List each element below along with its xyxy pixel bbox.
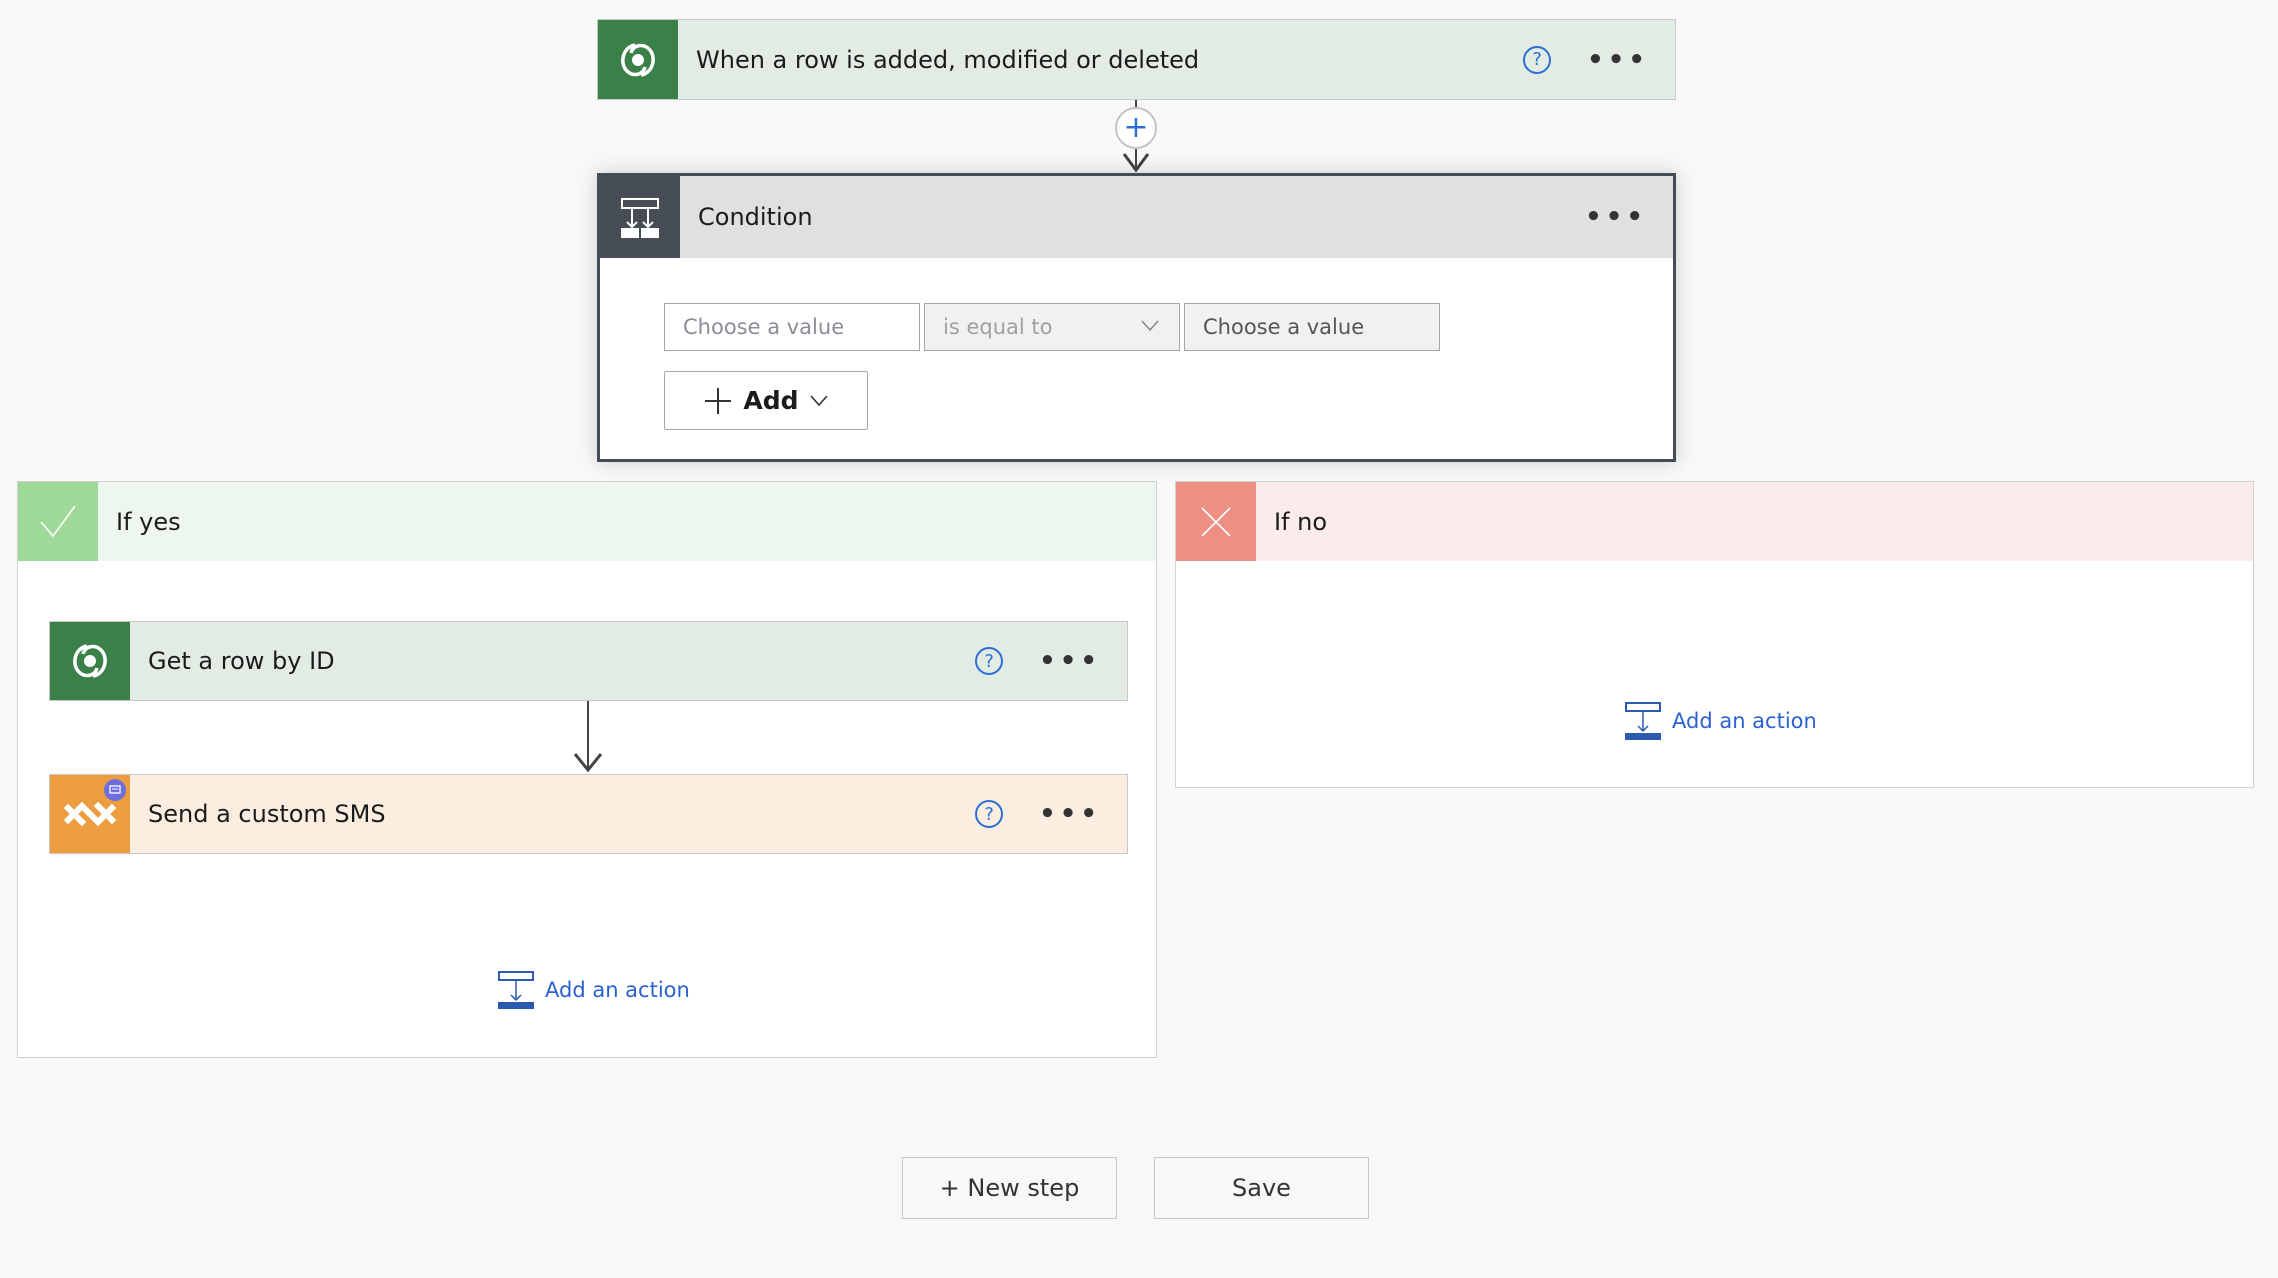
- condition-header[interactable]: Condition •••: [600, 176, 1673, 258]
- trigger-card[interactable]: When a row is added, modified or deleted…: [597, 19, 1676, 100]
- condition-icon: [600, 176, 680, 258]
- dataverse-icon: [598, 20, 678, 99]
- chevron-down-icon: [809, 394, 828, 406]
- action-title: Send a custom SMS: [148, 800, 386, 828]
- condition-title: Condition: [698, 203, 813, 231]
- save-button[interactable]: Save: [1154, 1157, 1369, 1219]
- save-label: Save: [1232, 1174, 1291, 1202]
- help-icon[interactable]: ?: [975, 800, 1004, 828]
- more-options-icon[interactable]: •••: [1585, 204, 1647, 230]
- more-options-icon[interactable]: •••: [1039, 801, 1101, 827]
- action-title: Get a row by ID: [148, 647, 335, 675]
- add-action-icon: [498, 971, 534, 1009]
- if-no-header[interactable]: If no: [1176, 482, 2253, 561]
- chat-badge-icon: [104, 779, 126, 801]
- dataverse-icon: [50, 622, 130, 700]
- insert-step-button[interactable]: +: [1115, 107, 1157, 149]
- if-yes-title: If yes: [116, 507, 181, 536]
- add-label: Add: [743, 386, 799, 415]
- add-an-action-link[interactable]: Add an action: [1624, 701, 1817, 741]
- new-step-label: + New step: [939, 1174, 1080, 1202]
- condition-card[interactable]: Condition ••• Choose a value is equal to…: [597, 173, 1676, 462]
- trigger-title: When a row is added, modified or deleted: [696, 45, 1200, 74]
- close-icon: [1176, 482, 1256, 561]
- add-condition-button[interactable]: Add: [664, 371, 868, 430]
- add-action-label: Add an action: [1672, 709, 1817, 733]
- operator-dropdown[interactable]: is equal to: [924, 303, 1180, 351]
- right-value-input[interactable]: Choose a value: [1184, 303, 1440, 351]
- chevron-down-icon: [1141, 320, 1159, 332]
- plus-icon: [705, 387, 732, 414]
- right-value-placeholder: Choose a value: [1203, 315, 1365, 339]
- help-icon[interactable]: ?: [1523, 45, 1552, 74]
- checkmark-icon: [18, 482, 98, 561]
- sms-connector-icon: [50, 775, 130, 853]
- more-options-icon[interactable]: •••: [1039, 648, 1101, 674]
- action-card-send-sms[interactable]: Send a custom SMS ? •••: [49, 774, 1128, 854]
- arrow-down-icon: [1122, 153, 1150, 173]
- new-step-button[interactable]: + New step: [902, 1157, 1117, 1219]
- if-yes-branch: If yes Get a row by ID ? ••• Send a cust…: [17, 481, 1157, 1058]
- help-icon[interactable]: ?: [975, 647, 1004, 675]
- add-an-action-link[interactable]: Add an action: [497, 970, 690, 1010]
- left-value-placeholder: Choose a value: [683, 315, 845, 339]
- operator-value: is equal to: [943, 315, 1053, 339]
- action-card-get-row[interactable]: Get a row by ID ? •••: [49, 621, 1128, 701]
- arrow-down-icon: [573, 753, 603, 773]
- if-no-title: If no: [1274, 507, 1328, 536]
- plus-icon: +: [1123, 110, 1149, 145]
- add-action-label: Add an action: [545, 978, 690, 1002]
- more-options-icon[interactable]: •••: [1587, 47, 1649, 73]
- if-no-branch: If no Add an action: [1175, 481, 2254, 788]
- if-yes-header[interactable]: If yes: [18, 482, 1156, 561]
- add-action-icon: [1625, 702, 1661, 740]
- left-value-input[interactable]: Choose a value: [664, 303, 920, 351]
